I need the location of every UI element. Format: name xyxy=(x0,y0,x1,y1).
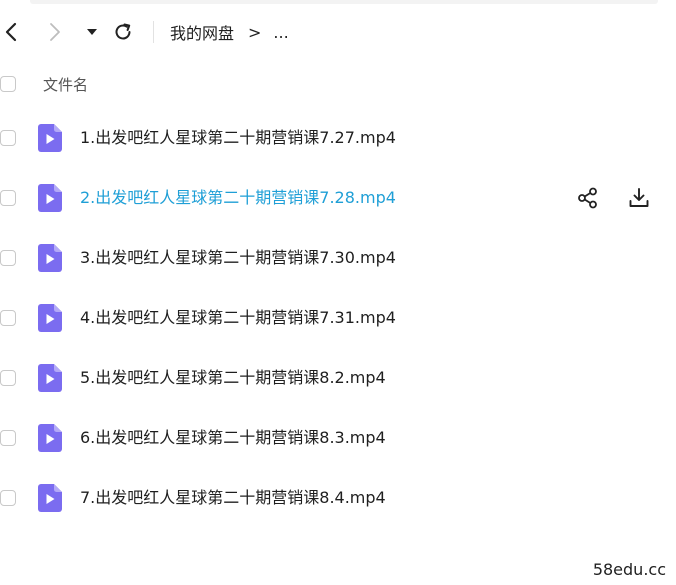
row-checkbox[interactable] xyxy=(0,190,16,206)
top-divider xyxy=(30,0,658,4)
video-file-icon xyxy=(38,124,62,152)
video-file-icon xyxy=(38,424,62,452)
breadcrumb-ellipsis[interactable]: ... xyxy=(273,23,288,42)
forward-button[interactable] xyxy=(44,14,66,50)
file-row[interactable]: 1.出发吧红人星球第二十期营销课7.27.mp4 xyxy=(0,113,676,163)
file-name[interactable]: 7.出发吧红人星球第二十期营销课8.4.mp4 xyxy=(80,473,386,523)
file-name[interactable]: 5.出发吧红人星球第二十期营销课8.2.mp4 xyxy=(80,353,386,403)
navigation-toolbar: 我的网盘 > ... xyxy=(0,14,676,50)
video-file-icon xyxy=(38,364,62,392)
file-name[interactable]: 6.出发吧红人星球第二十期营销课8.3.mp4 xyxy=(80,413,386,463)
column-header-name[interactable]: 文件名 xyxy=(43,74,88,95)
video-file-icon xyxy=(38,484,62,512)
file-row[interactable]: 6.出发吧红人星球第二十期营销课8.3.mp4 xyxy=(0,413,676,463)
file-row[interactable]: 3.出发吧红人星球第二十期营销课7.30.mp4 xyxy=(0,233,676,283)
select-all-checkbox[interactable] xyxy=(0,76,16,92)
breadcrumb-separator: > xyxy=(248,22,262,42)
chevron-right-icon xyxy=(50,23,60,41)
file-row[interactable]: 4.出发吧红人星球第二十期营销课7.31.mp4 xyxy=(0,293,676,343)
watermark: 58edu.cc xyxy=(592,560,666,579)
list-header: 文件名 xyxy=(0,64,676,104)
row-checkbox[interactable] xyxy=(0,430,16,446)
row-checkbox[interactable] xyxy=(0,490,16,506)
file-name[interactable]: 2.出发吧红人星球第二十期营销课7.28.mp4 xyxy=(80,173,396,223)
video-file-icon xyxy=(38,184,62,212)
toolbar-divider xyxy=(153,21,154,43)
share-icon xyxy=(578,187,597,209)
row-checkbox[interactable] xyxy=(0,130,16,146)
back-button[interactable] xyxy=(0,14,22,50)
file-row[interactable]: 7.出发吧红人星球第二十期营销课8.4.mp4 xyxy=(0,473,676,523)
download-button[interactable] xyxy=(626,185,652,211)
row-checkbox[interactable] xyxy=(0,250,16,266)
video-file-icon xyxy=(38,244,62,272)
chevron-left-icon xyxy=(5,22,17,42)
share-button[interactable] xyxy=(575,185,601,211)
refresh-button[interactable] xyxy=(110,14,136,50)
download-icon xyxy=(629,188,649,207)
file-row[interactable]: 5.出发吧红人星球第二十期营销课8.2.mp4 xyxy=(0,353,676,403)
caret-down-icon xyxy=(87,29,97,35)
row-checkbox[interactable] xyxy=(0,370,16,386)
file-row[interactable]: 2.出发吧红人星球第二十期营销课7.28.mp4 xyxy=(0,173,676,223)
row-checkbox[interactable] xyxy=(0,310,16,326)
file-name[interactable]: 4.出发吧红人星球第二十期营销课7.31.mp4 xyxy=(80,293,396,343)
refresh-icon xyxy=(115,23,131,40)
breadcrumb: 我的网盘 > ... xyxy=(170,14,289,50)
breadcrumb-root[interactable]: 我的网盘 xyxy=(170,20,234,44)
video-file-icon xyxy=(38,304,62,332)
history-dropdown-button[interactable] xyxy=(82,14,102,50)
file-name[interactable]: 3.出发吧红人星球第二十期营销课7.30.mp4 xyxy=(80,233,396,283)
file-name[interactable]: 1.出发吧红人星球第二十期营销课7.27.mp4 xyxy=(80,113,396,163)
